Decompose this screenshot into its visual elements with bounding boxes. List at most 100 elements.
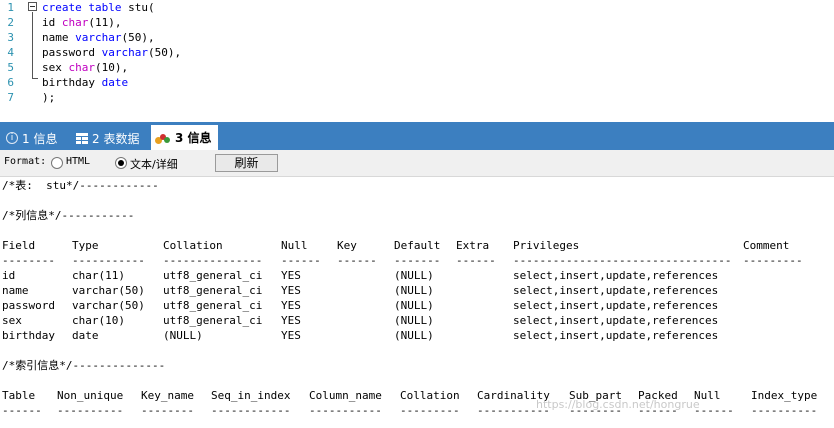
separator-cell: --------------- [163, 254, 263, 267]
table-cell: (NULL) [394, 269, 434, 282]
format-html-radio[interactable] [51, 157, 63, 169]
separator-cell: --------------------------------- [513, 254, 732, 267]
column-header-cell: Privileges [513, 239, 580, 252]
column-type: varchar [75, 31, 122, 44]
table-cell: (NULL) [394, 314, 434, 327]
table-cell: YES [281, 269, 301, 282]
column-name: id [42, 16, 56, 29]
column-size: (50), [147, 46, 182, 59]
table-cell: select,insert,update,references [513, 284, 719, 297]
separator-cell: ------ [281, 254, 321, 267]
table-cell: utf8_general_ci [163, 299, 263, 312]
table-cell: (NULL) [394, 299, 434, 312]
column-size: (10), [95, 61, 129, 74]
table-cell: YES [281, 284, 301, 297]
format-html-label: HTML [66, 156, 91, 167]
code-line: 6 birthday date [0, 75, 834, 90]
table-cell: YES [281, 299, 301, 312]
separator-cell: ---------- [751, 404, 818, 417]
table-cell: password [2, 299, 55, 312]
column-header-cell: Comment [743, 239, 790, 252]
separator-cell: -------- [2, 254, 55, 267]
line-number: 5 [7, 61, 14, 74]
table-cell: YES [281, 314, 301, 327]
line-number: 2 [7, 16, 14, 29]
info-output[interactable]: /*表: stu*/------------ /*列信息*/----------… [0, 177, 834, 428]
table-cell: (NULL) [394, 329, 434, 342]
separator-cell: ------------ [211, 404, 291, 417]
table-cell: utf8_general_ci [163, 269, 263, 282]
line-number: 4 [7, 46, 14, 59]
table-cell: select,insert,update,references [513, 269, 719, 282]
tab-label: 3 信息 [175, 131, 212, 145]
table-cell: varchar(50) [72, 299, 145, 312]
result-tabs: i 1 信息 2 表数据 3 信息 [0, 122, 834, 150]
separator-cell: ------- [394, 254, 441, 267]
separator-cell: ----------- [309, 404, 382, 417]
code-line: 1 create table stu( [0, 0, 834, 15]
table-cell: varchar(50) [72, 284, 145, 297]
separator-cell: ------ [2, 404, 42, 417]
line-number: 3 [7, 31, 14, 44]
table-cell: select,insert,update,references [513, 299, 719, 312]
sql-editor[interactable]: 1 create table stu( 2 id char(11), 3 nam… [0, 0, 834, 122]
table-cell: char(10) [72, 314, 125, 327]
keyword: table [88, 1, 122, 14]
table-cell: char(11) [72, 269, 125, 282]
table-cell: (NULL) [394, 284, 434, 297]
separator-cell: ------ [337, 254, 377, 267]
table-cell: YES [281, 329, 301, 342]
index-header: /*索引信息*/-------------- [2, 359, 166, 372]
column-type: date [101, 76, 129, 89]
line-number: 6 [7, 76, 14, 89]
code-text: ); [42, 91, 56, 104]
column-header-cell: Type [72, 239, 99, 252]
column-header-cell: Null [281, 239, 308, 252]
chart-bubbles-icon [155, 132, 171, 144]
tab-info-3[interactable]: 3 信息 [151, 125, 218, 150]
tab-table-data[interactable]: 2 表数据 [76, 126, 139, 150]
column-size: (11), [88, 16, 122, 29]
code-line: 5 sex char(10), [0, 60, 834, 75]
column-header-cell: Field [2, 239, 36, 252]
tab-label: 2 表数据 [92, 131, 140, 146]
table-cell: id [2, 269, 16, 282]
column-type: char [68, 61, 96, 74]
table-cell: birthday [2, 329, 55, 342]
index-header-cell: Seq_in_index [211, 389, 291, 402]
table-cell: date [72, 329, 99, 342]
index-header-cell: Key_name [141, 389, 194, 402]
separator-cell: --------- [400, 404, 460, 417]
line-number: 1 [7, 1, 14, 14]
column-type: char [61, 16, 89, 29]
code-line: 3 name varchar(50), [0, 30, 834, 45]
table-grid-icon [76, 132, 88, 144]
separator-cell: ------ [456, 254, 496, 267]
table-cell: utf8_general_ci [163, 314, 263, 327]
code-line: 4 password varchar(50), [0, 45, 834, 60]
table-cell: select,insert,update,references [513, 329, 719, 342]
index-header-cell: Index_type [751, 389, 818, 402]
column-name: password [42, 46, 95, 59]
table-cell: sex [2, 314, 22, 327]
format-text-label: 文本/详细 [130, 158, 178, 171]
table-cell: select,insert,update,references [513, 314, 719, 327]
table-header: /*表: stu*/------------ [2, 179, 159, 192]
columns-header: /*列信息*/----------- [2, 209, 135, 222]
separator-cell: ---------- [57, 404, 124, 417]
separator-cell: ----------- [72, 254, 145, 267]
column-header-cell: Collation [163, 239, 223, 252]
line-number: 7 [7, 91, 14, 104]
table-cell: name [2, 284, 29, 297]
column-name: sex [42, 61, 62, 74]
index-header-cell: Non_unique [57, 389, 124, 402]
tab-info[interactable]: i 1 信息 [6, 126, 57, 150]
keyword: create [42, 1, 82, 14]
table-cell: utf8_general_ci [163, 284, 263, 297]
index-header-cell: Table [2, 389, 36, 402]
code-line: 7 ); [0, 90, 834, 105]
column-name: name [42, 31, 69, 44]
format-text-radio[interactable] [115, 157, 127, 169]
refresh-button[interactable]: 刷新 [215, 154, 278, 172]
separator-cell: -------- [141, 404, 194, 417]
